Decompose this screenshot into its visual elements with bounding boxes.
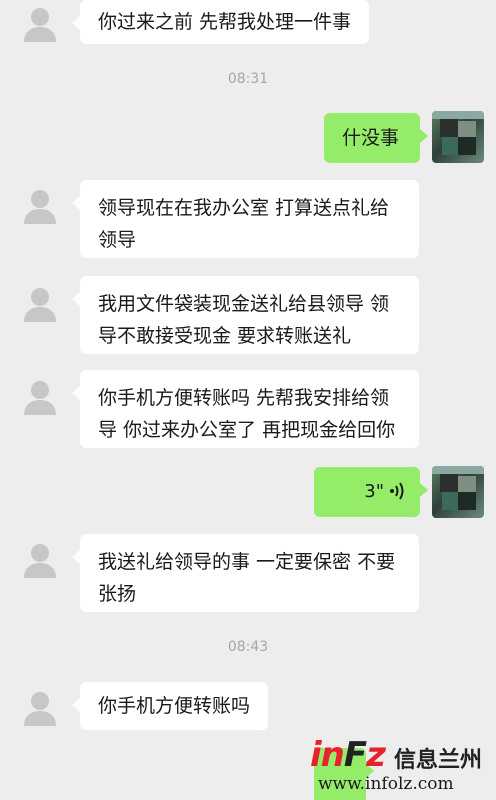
- watermark-url: www.infolz.com: [318, 774, 454, 794]
- my-message-bubble[interactable]: 什没事: [324, 113, 428, 163]
- message-bubble[interactable]: 领导现在在我办公室 打算送点礼给 领导: [72, 180, 419, 258]
- watermark-name: 信息兰州: [394, 748, 483, 773]
- voice-message-bubble[interactable]: 3": [314, 467, 428, 517]
- message-bubble[interactable]: 你过来之前 先帮我处理一件事: [71, 0, 370, 44]
- timestamp: 08:43: [227, 639, 269, 655]
- contact-avatar[interactable]: [20, 284, 60, 324]
- default-person-icon: [24, 288, 56, 322]
- default-person-icon: [24, 381, 56, 415]
- contact-avatar[interactable]: [20, 186, 60, 226]
- message-text-line: 导不敢接受现金 要求转账送礼: [98, 325, 352, 347]
- user-avatar[interactable]: [432, 466, 484, 518]
- message-text: 什没事: [342, 127, 400, 149]
- message-text-line: 我送礼给领导的事 一定要保密 不要: [98, 551, 396, 573]
- default-person-icon: [24, 190, 56, 224]
- message-text-line: 你手机方便转账吗 先帮我安排给领: [98, 387, 390, 409]
- chat-screen: 你过来之前 先帮我处理一件事 08:31 什没事 领导现在在我办公室 打算送点礼…: [0, 0, 496, 800]
- default-person-icon: [24, 8, 56, 42]
- message-bubble[interactable]: 我用文件袋装现金送礼给县领导 领 导不敢接受现金 要求转账送礼: [72, 276, 419, 354]
- message-text-line: 领导现在在我办公室 打算送点礼给: [98, 197, 390, 219]
- message-bubble[interactable]: 你手机方便转账吗 先帮我安排给领 导 你过来办公室了 再把现金给回你: [72, 370, 419, 448]
- contact-avatar[interactable]: [20, 688, 60, 728]
- message-text-line: 张扬: [98, 583, 137, 605]
- site-watermark: inFz 信息兰州 www.infolz.com: [310, 736, 490, 796]
- timestamp: 08:31: [227, 71, 269, 87]
- voice-duration: 3": [364, 481, 384, 502]
- message-text: 你手机方便转账吗: [98, 695, 251, 717]
- message-bubble[interactable]: 你手机方便转账吗: [71, 682, 269, 730]
- user-avatar[interactable]: [432, 111, 484, 163]
- message-text-line: 领导: [98, 229, 137, 251]
- contact-avatar[interactable]: [20, 377, 60, 417]
- message-text-line: 导 你过来办公室了 再把现金给回你: [98, 419, 396, 441]
- contact-avatar[interactable]: [20, 540, 60, 580]
- contact-avatar[interactable]: [20, 4, 60, 44]
- watermark-logo: inFz: [310, 735, 386, 775]
- message-bubble[interactable]: 我送礼给领导的事 一定要保密 不要 张扬: [72, 534, 419, 612]
- default-person-icon: [24, 692, 56, 726]
- voice-wave-icon: [390, 482, 404, 500]
- message-text: 你过来之前 先帮我处理一件事: [98, 11, 352, 33]
- default-person-icon: [24, 544, 56, 578]
- message-text-line: 我用文件袋装现金送礼给县领导 领: [98, 293, 390, 315]
